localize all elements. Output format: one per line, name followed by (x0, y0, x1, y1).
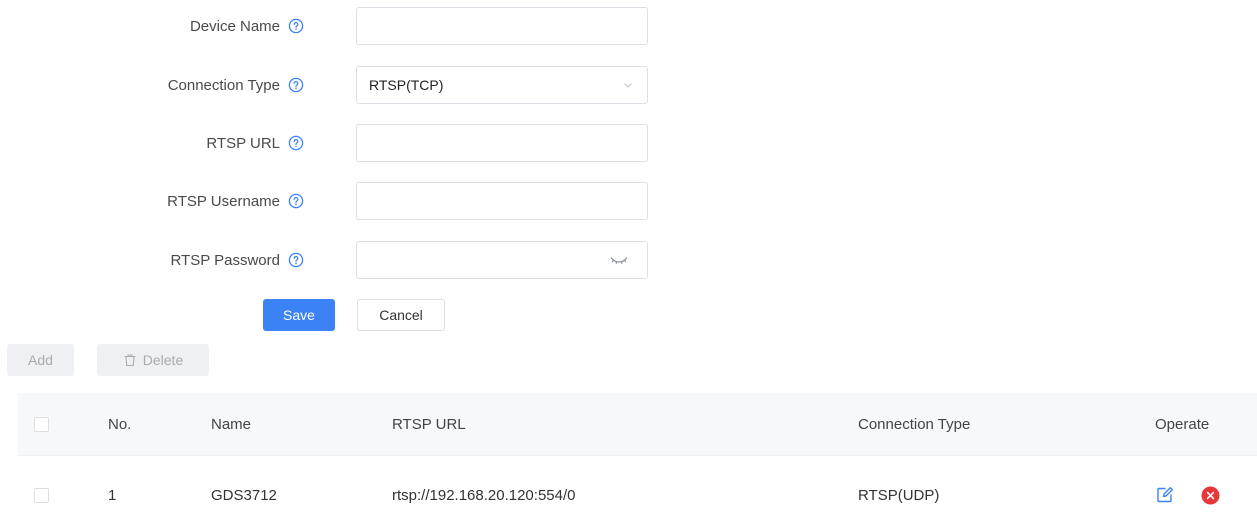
row-no: 1 (108, 487, 117, 504)
question-circle-icon[interactable] (288, 193, 304, 209)
add-button[interactable]: Add (7, 344, 74, 376)
row-connection-type: RTSP(UDP) (858, 487, 940, 504)
header-no: No. (108, 415, 132, 433)
question-circle-icon[interactable] (288, 18, 304, 34)
edit-icon[interactable] (1156, 486, 1174, 504)
form-row-rtsp-username: RTSP Username (0, 182, 660, 220)
rtsp-username-label: RTSP Username (167, 182, 304, 220)
device-table: No. Name RTSP URL Connection Type Operat… (18, 393, 1257, 515)
form-row-rtsp-password: RTSP Password (0, 241, 660, 279)
chevron-down-icon (624, 83, 632, 88)
device-name-label: Device Name (190, 7, 304, 45)
header-name: Name (211, 415, 252, 433)
table-header: No. Name RTSP URL Connection Type Operat… (18, 393, 1257, 455)
save-button[interactable]: Save (263, 299, 335, 331)
rtsp-url-input[interactable] (356, 124, 648, 162)
question-circle-icon[interactable] (288, 135, 304, 151)
close-circle-icon[interactable] (1201, 486, 1220, 505)
row-rtsp-url: rtsp://192.168.20.120:554/0 (392, 487, 576, 504)
delete-button[interactable]: Delete (97, 344, 209, 376)
cancel-button[interactable]: Cancel (357, 299, 445, 331)
trash-icon (124, 354, 136, 367)
row-checkbox[interactable] (34, 488, 49, 503)
connection-type-select[interactable]: RTSP(TCP) (356, 66, 648, 104)
form-row-rtsp-url: RTSP URL (0, 124, 660, 162)
question-circle-icon[interactable] (288, 77, 304, 93)
connection-type-label: Connection Type (168, 66, 304, 104)
eye-closed-icon[interactable] (610, 255, 628, 265)
connection-type-value: RTSP(TCP) (369, 77, 444, 93)
rtsp-username-input[interactable] (356, 182, 648, 220)
form-row-connection-type: Connection Type RTSP(TCP) (0, 66, 660, 104)
header-operate: Operate (1155, 415, 1210, 433)
row-name: GDS3712 (211, 487, 277, 504)
rtsp-url-label: RTSP URL (206, 124, 304, 162)
header-connection-type: Connection Type (858, 415, 971, 433)
rtsp-password-label: RTSP Password (171, 241, 305, 279)
header-rtsp-url: RTSP URL (392, 415, 466, 433)
select-all-checkbox[interactable] (34, 416, 49, 432)
device-name-input[interactable] (356, 7, 648, 45)
question-circle-icon[interactable] (288, 252, 304, 268)
rtsp-password-input[interactable] (356, 241, 648, 279)
table-row: 1 GDS3712 rtsp://192.168.20.120:554/0 RT… (18, 455, 1257, 515)
form-row-device-name: Device Name (0, 7, 660, 45)
